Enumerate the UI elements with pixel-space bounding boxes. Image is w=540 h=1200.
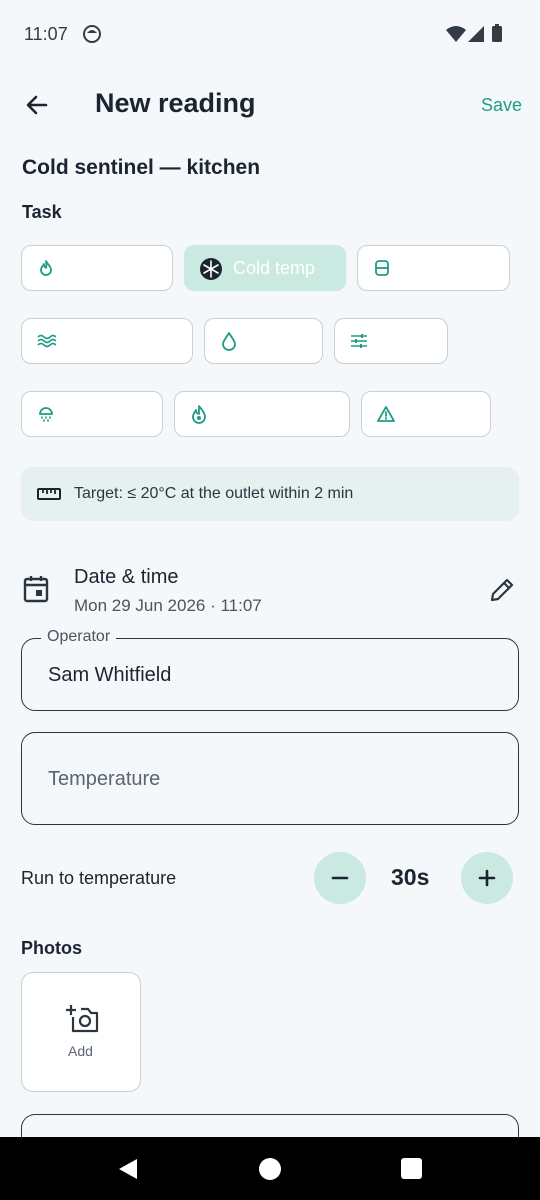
run-label: Run to temperature xyxy=(21,868,177,888)
sliders-icon xyxy=(351,334,367,348)
datetime-title: Date & time xyxy=(74,566,179,588)
task-label: Task xyxy=(22,202,62,222)
ruler-icon xyxy=(37,488,61,500)
add-photo-button[interactable]: Add xyxy=(21,972,141,1092)
system-nav-bar xyxy=(0,1137,540,1200)
task-chip-flame[interactable] xyxy=(21,245,173,291)
task-chip-shower[interactable] xyxy=(21,391,163,437)
edit-icon[interactable] xyxy=(489,577,515,603)
temperature-placeholder: Temperature xyxy=(48,768,161,790)
add-photo-label: Add xyxy=(68,1043,93,1059)
notification-icon xyxy=(83,25,101,43)
task-chip-label: Cold temp xyxy=(233,258,316,278)
nav-back-icon[interactable] xyxy=(117,1157,139,1181)
save-button[interactable]: Save xyxy=(481,95,522,116)
add-photo-icon xyxy=(66,1005,99,1033)
increment-button[interactable] xyxy=(461,852,513,904)
shower-icon xyxy=(39,407,53,422)
target-text: Target: ≤ 20°C at the outlet within 2 mi… xyxy=(74,485,354,502)
task-chip-sliders[interactable] xyxy=(334,318,448,364)
battery-icon xyxy=(492,24,502,42)
minus-icon xyxy=(331,876,349,880)
task-chip-fire-drop[interactable] xyxy=(174,391,350,437)
datetime-value: Mon 29 Jun 2026 · 11:07 xyxy=(74,596,262,615)
operator-label: Operator xyxy=(41,628,117,646)
task-chip-warning[interactable] xyxy=(361,391,491,437)
plus-icon xyxy=(478,869,496,887)
operator-field[interactable]: Operator Sam Whitfield xyxy=(21,628,519,711)
decrement-button[interactable] xyxy=(314,852,366,904)
nav-recents-icon[interactable] xyxy=(401,1158,422,1179)
operator-value: Sam Whitfield xyxy=(48,664,172,686)
run-value: 30s xyxy=(391,864,430,890)
fire-drop-icon xyxy=(192,405,206,424)
back-button[interactable] xyxy=(24,92,50,118)
wifi-icon xyxy=(446,26,466,42)
status-bar: 11:07 xyxy=(0,0,540,70)
page-title: New reading xyxy=(95,88,256,118)
warning-icon xyxy=(377,406,395,422)
datetime-row[interactable]: Date & time Mon 29 Jun 2026 · 11:07 xyxy=(21,560,519,620)
task-chip-waves[interactable] xyxy=(21,318,193,364)
tank-icon xyxy=(375,260,389,276)
nav-home-icon[interactable] xyxy=(258,1157,282,1181)
calendar-icon xyxy=(23,576,49,603)
droplet-icon xyxy=(222,332,236,351)
task-chip-droplet[interactable] xyxy=(204,318,323,364)
status-time: 11:07 xyxy=(24,24,68,44)
task-chip-cold-temp[interactable]: Cold temp xyxy=(184,245,346,291)
task-chip-tank[interactable] xyxy=(357,245,510,291)
snowflake-icon xyxy=(200,258,222,280)
temperature-field[interactable]: Temperature xyxy=(21,732,519,825)
photos-label: Photos xyxy=(21,938,82,958)
signal-icon xyxy=(468,26,484,42)
target-card: Target: ≤ 20°C at the outlet within 2 mi… xyxy=(21,467,519,521)
asset-title: Cold sentinel — kitchen xyxy=(22,156,261,179)
flame-icon xyxy=(40,260,52,276)
waves-icon xyxy=(37,334,56,348)
